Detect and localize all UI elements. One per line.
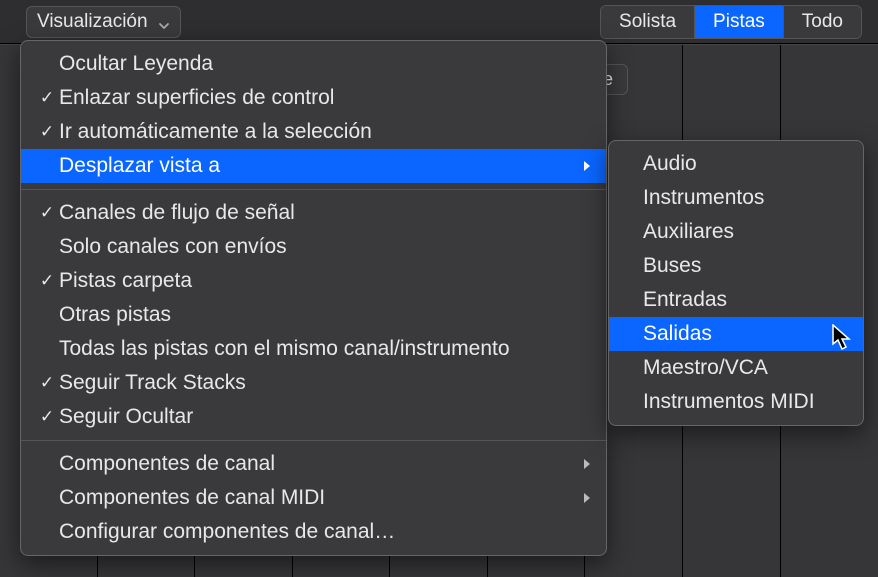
view-mode-segmented: Solista Pistas Todo — [600, 5, 862, 39]
check-icon: ✓ — [35, 199, 59, 227]
scroll-view-to-submenu: Audio Instrumentos Auxiliares Buses Entr… — [608, 140, 864, 426]
submenu-arrow-icon — [578, 152, 592, 180]
menu-separator — [21, 189, 606, 190]
menu-link-surfaces[interactable]: ✓ Enlazar superficies de control — [21, 81, 606, 115]
menu-hide-legend[interactable]: Ocultar Leyenda — [21, 47, 606, 81]
submenu-arrow-icon — [578, 484, 592, 512]
submenu-auxiliaries[interactable]: Auxiliares — [609, 215, 863, 249]
submenu-inputs[interactable]: Entradas — [609, 283, 863, 317]
menu-follow-track-stacks[interactable]: ✓ Seguir Track Stacks — [21, 366, 606, 400]
menu-folder-tracks[interactable]: ✓ Pistas carpeta — [21, 264, 606, 298]
menu-signal-flow-channels[interactable]: ✓ Canales de flujo de señal — [21, 196, 606, 230]
menu-follow-hide[interactable]: ✓ Seguir Ocultar — [21, 400, 606, 434]
top-toolbar: Visualización Solista Pistas Todo — [0, 0, 878, 44]
menu-only-channels-with-sends[interactable]: Solo canales con envíos — [21, 230, 606, 264]
submenu-audio[interactable]: Audio — [609, 147, 863, 181]
seg-solo[interactable]: Solista — [601, 6, 695, 38]
menu-configure-channel-components[interactable]: Configurar componentes de canal… — [21, 515, 606, 549]
menu-all-tracks-same-channel[interactable]: Todas las pistas con el mismo canal/inst… — [21, 332, 606, 366]
menu-auto-goto-selection[interactable]: ✓ Ir automáticamente a la selección — [21, 115, 606, 149]
submenu-instruments[interactable]: Instrumentos — [609, 181, 863, 215]
menu-channel-components[interactable]: Componentes de canal — [21, 447, 606, 481]
chevron-down-icon — [158, 16, 170, 28]
seg-all[interactable]: Todo — [784, 6, 861, 38]
menu-channel-components-midi[interactable]: Componentes de canal MIDI — [21, 481, 606, 515]
seg-tracks[interactable]: Pistas — [695, 6, 784, 38]
submenu-master-vca[interactable]: Maestro/VCA — [609, 351, 863, 385]
visualization-dropdown[interactable]: Visualización — [26, 6, 181, 38]
submenu-outputs[interactable]: Salidas — [609, 317, 863, 351]
check-icon: ✓ — [35, 267, 59, 295]
menu-separator — [21, 440, 606, 441]
submenu-arrow-icon — [578, 450, 592, 478]
visualization-dropdown-label: Visualización — [37, 11, 148, 33]
check-icon: ✓ — [35, 118, 59, 146]
visualization-menu: Ocultar Leyenda ✓ Enlazar superficies de… — [20, 40, 607, 556]
check-icon: ✓ — [35, 369, 59, 397]
submenu-midi-instruments[interactable]: Instrumentos MIDI — [609, 385, 863, 419]
check-icon: ✓ — [35, 403, 59, 431]
menu-other-tracks[interactable]: Otras pistas — [21, 298, 606, 332]
check-icon: ✓ — [35, 84, 59, 112]
submenu-buses[interactable]: Buses — [609, 249, 863, 283]
menu-scroll-view-to[interactable]: Desplazar vista a — [21, 149, 606, 183]
